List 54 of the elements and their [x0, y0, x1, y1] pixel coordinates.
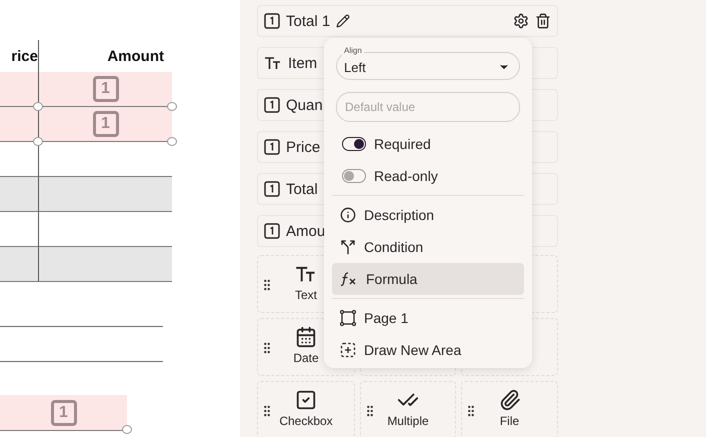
card-label: Multiple: [387, 414, 429, 428]
add-area-icon: [340, 342, 356, 358]
menu-item[interactable]: Formula: [332, 263, 524, 295]
text-icon: [264, 54, 282, 72]
toggle-switch[interactable]: [342, 169, 366, 183]
edit-icon[interactable]: [336, 14, 350, 28]
number-icon: [264, 97, 280, 113]
resize-handle[interactable]: [122, 425, 132, 434]
menu-item[interactable]: Description: [332, 199, 524, 231]
number-badge: 1: [50, 400, 76, 426]
field-type-card[interactable]: Multiple: [360, 381, 456, 437]
toggle-label: Read-only: [374, 168, 438, 184]
card-label: Checkbox: [279, 414, 333, 428]
number-icon: [264, 13, 280, 29]
resize-handle[interactable]: [167, 102, 177, 111]
select-label: Align: [342, 46, 364, 56]
field-label: Quan: [286, 96, 323, 114]
number-icon: [264, 181, 280, 197]
calendar-icon: [295, 326, 317, 348]
paperclip-icon: [498, 389, 520, 411]
resize-handle[interactable]: [167, 137, 177, 146]
number-icon: [264, 223, 280, 239]
column-header: rice: [11, 46, 38, 66]
table-cell: [0, 107, 38, 142]
number-badge: 1: [92, 76, 118, 102]
table-cell: [0, 247, 38, 282]
info-icon: [340, 207, 356, 223]
checkbox-icon: [295, 389, 317, 411]
select-value: Left: [344, 60, 366, 74]
delete-icon[interactable]: [535, 13, 551, 29]
field-type-card[interactable]: Checkbox: [257, 381, 355, 437]
column-header: Amount: [107, 46, 165, 66]
area-icon: [340, 310, 356, 326]
toggle-switch[interactable]: [342, 137, 366, 151]
field-type-card[interactable]: File: [461, 381, 558, 437]
align-select[interactable]: Align Left: [336, 45, 520, 80]
card-label: Text: [294, 288, 317, 302]
card-label: File: [500, 414, 520, 428]
field-label: Item: [288, 54, 318, 72]
branch-icon: [340, 239, 356, 255]
field-item[interactable]: Total 1: [257, 5, 558, 37]
function-icon: [340, 271, 358, 287]
field-label: Total 1: [286, 12, 330, 30]
default-value-field[interactable]: Default value: [336, 92, 520, 122]
number-icon: [264, 139, 280, 155]
field-label: Amou: [286, 222, 326, 240]
toggle-label: Required: [374, 136, 431, 152]
table-cell: [0, 177, 38, 212]
field-label: Total: [286, 180, 318, 198]
table-cell: [0, 72, 38, 107]
field-label: Price: [286, 138, 320, 156]
number-badge: 1: [92, 111, 118, 137]
card-label: Date: [293, 351, 319, 365]
settings-icon[interactable]: [513, 13, 529, 29]
